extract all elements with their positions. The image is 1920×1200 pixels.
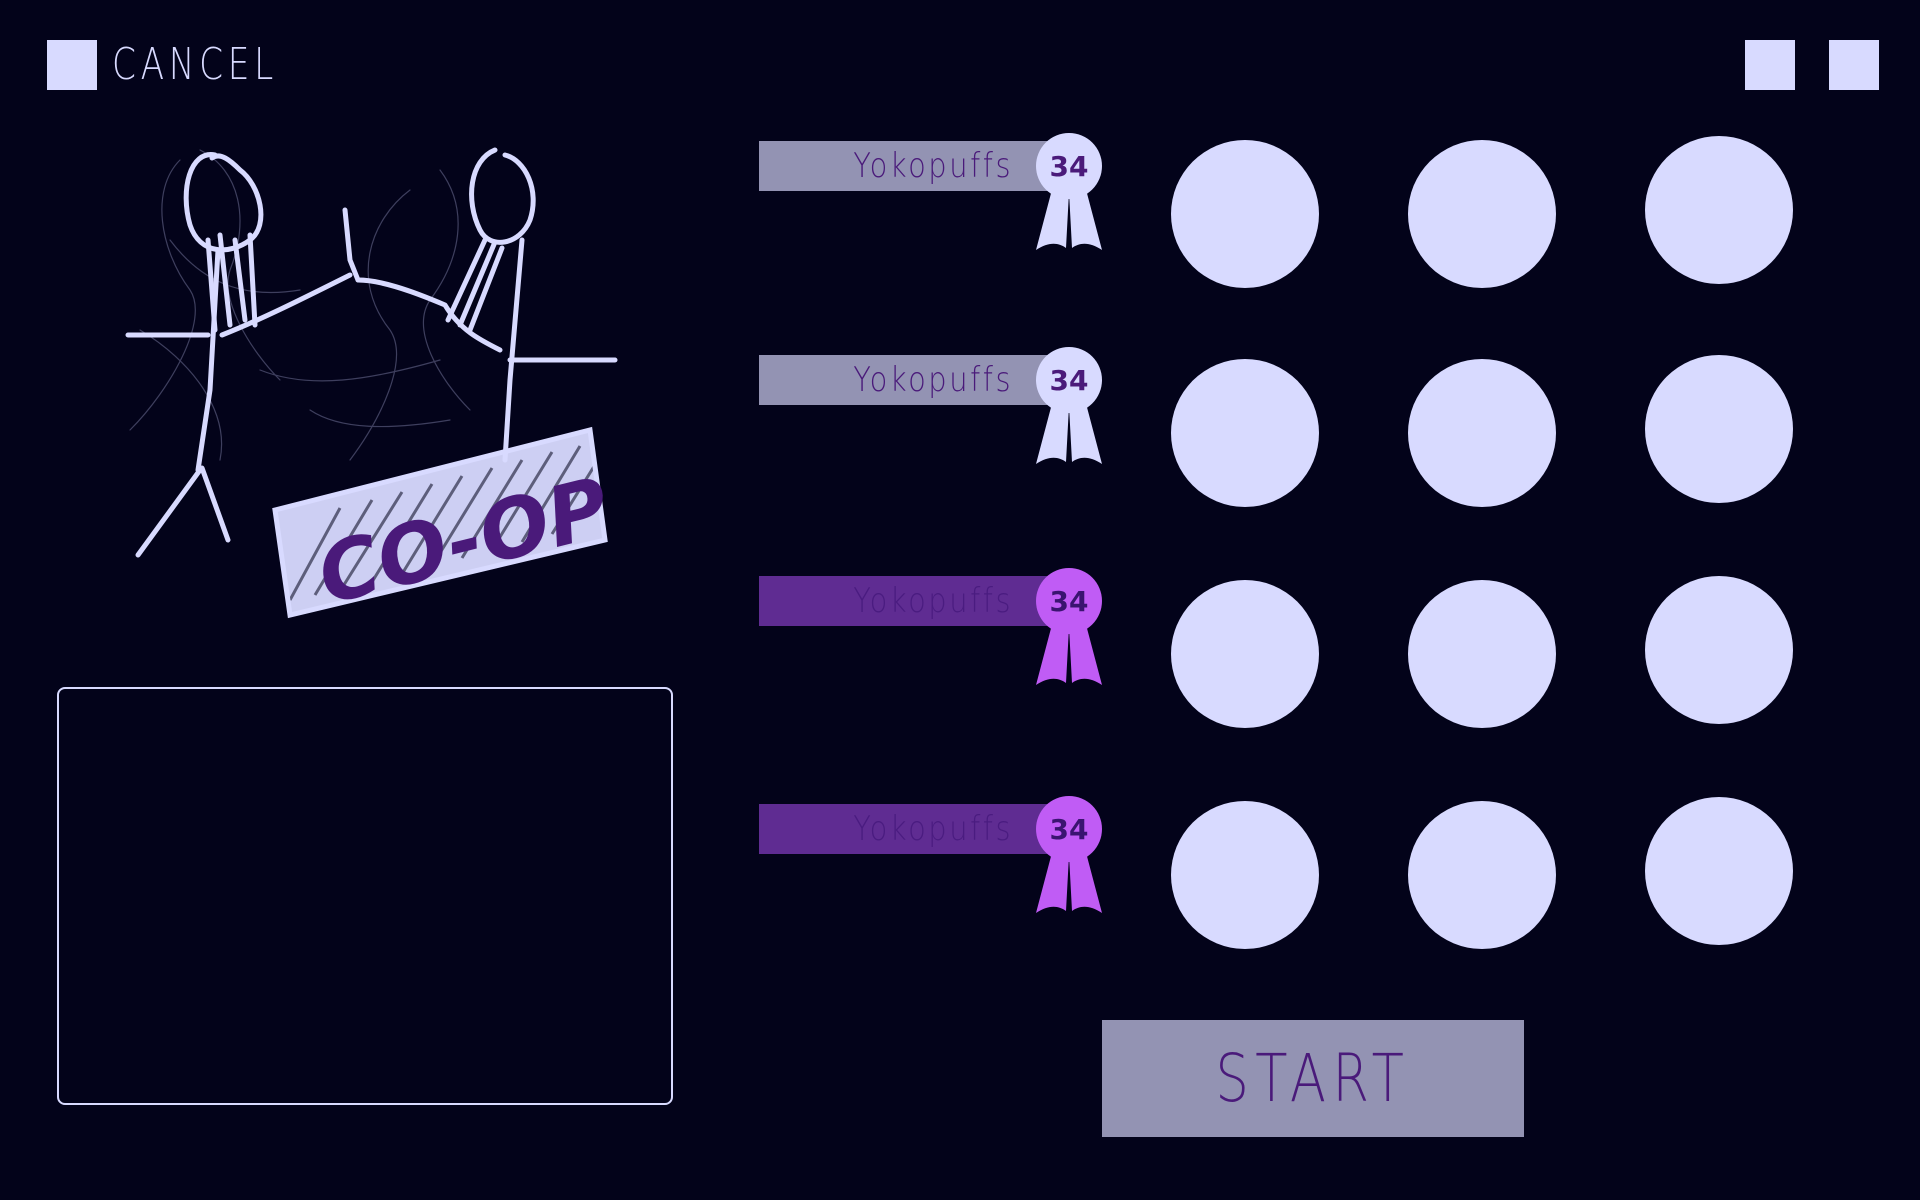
player-bar-2[interactable]: Yokopuffs	[759, 355, 1049, 405]
player-name: Yokopuffs	[853, 809, 1013, 849]
slot-2-2[interactable]	[1408, 359, 1556, 507]
player-name: Yokopuffs	[853, 146, 1013, 186]
corner-square-button-1[interactable]	[1745, 40, 1795, 90]
slot-4-2[interactable]	[1408, 801, 1556, 949]
level-ribbon-icon: 34	[1036, 568, 1102, 685]
slot-3-3[interactable]	[1645, 576, 1793, 724]
coop-mode-illustration: CO-OP	[125, 147, 618, 624]
player-name: Yokopuffs	[853, 360, 1013, 400]
player-bar-4[interactable]: Yokopuffs	[759, 804, 1049, 854]
slot-2-3[interactable]	[1645, 355, 1793, 503]
cancel-square-icon[interactable]	[47, 40, 97, 90]
chat-panel[interactable]	[57, 687, 673, 1105]
slot-1-2[interactable]	[1408, 140, 1556, 288]
slot-3-2[interactable]	[1408, 580, 1556, 728]
player-bar-1[interactable]: Yokopuffs	[759, 141, 1049, 191]
corner-square-button-2[interactable]	[1829, 40, 1879, 90]
player-level: 34	[1050, 585, 1089, 618]
slot-1-3[interactable]	[1645, 136, 1793, 284]
cancel-button[interactable]: CANCEL	[112, 36, 278, 94]
slot-4-3[interactable]	[1645, 797, 1793, 945]
start-label: START	[1215, 1040, 1411, 1117]
player-level: 34	[1050, 150, 1089, 183]
slot-4-1[interactable]	[1171, 801, 1319, 949]
level-ribbon-icon: 34	[1036, 347, 1102, 464]
slot-2-1[interactable]	[1171, 359, 1319, 507]
level-ribbon-icon: 34	[1036, 796, 1102, 913]
player-bar-3[interactable]: Yokopuffs	[759, 576, 1049, 626]
slot-3-1[interactable]	[1171, 580, 1319, 728]
player-level: 34	[1050, 813, 1089, 846]
slot-1-1[interactable]	[1171, 140, 1319, 288]
player-name: Yokopuffs	[853, 581, 1013, 621]
player-level: 34	[1050, 364, 1089, 397]
level-ribbon-icon: 34	[1036, 133, 1102, 250]
start-button[interactable]: START	[1102, 1020, 1524, 1137]
